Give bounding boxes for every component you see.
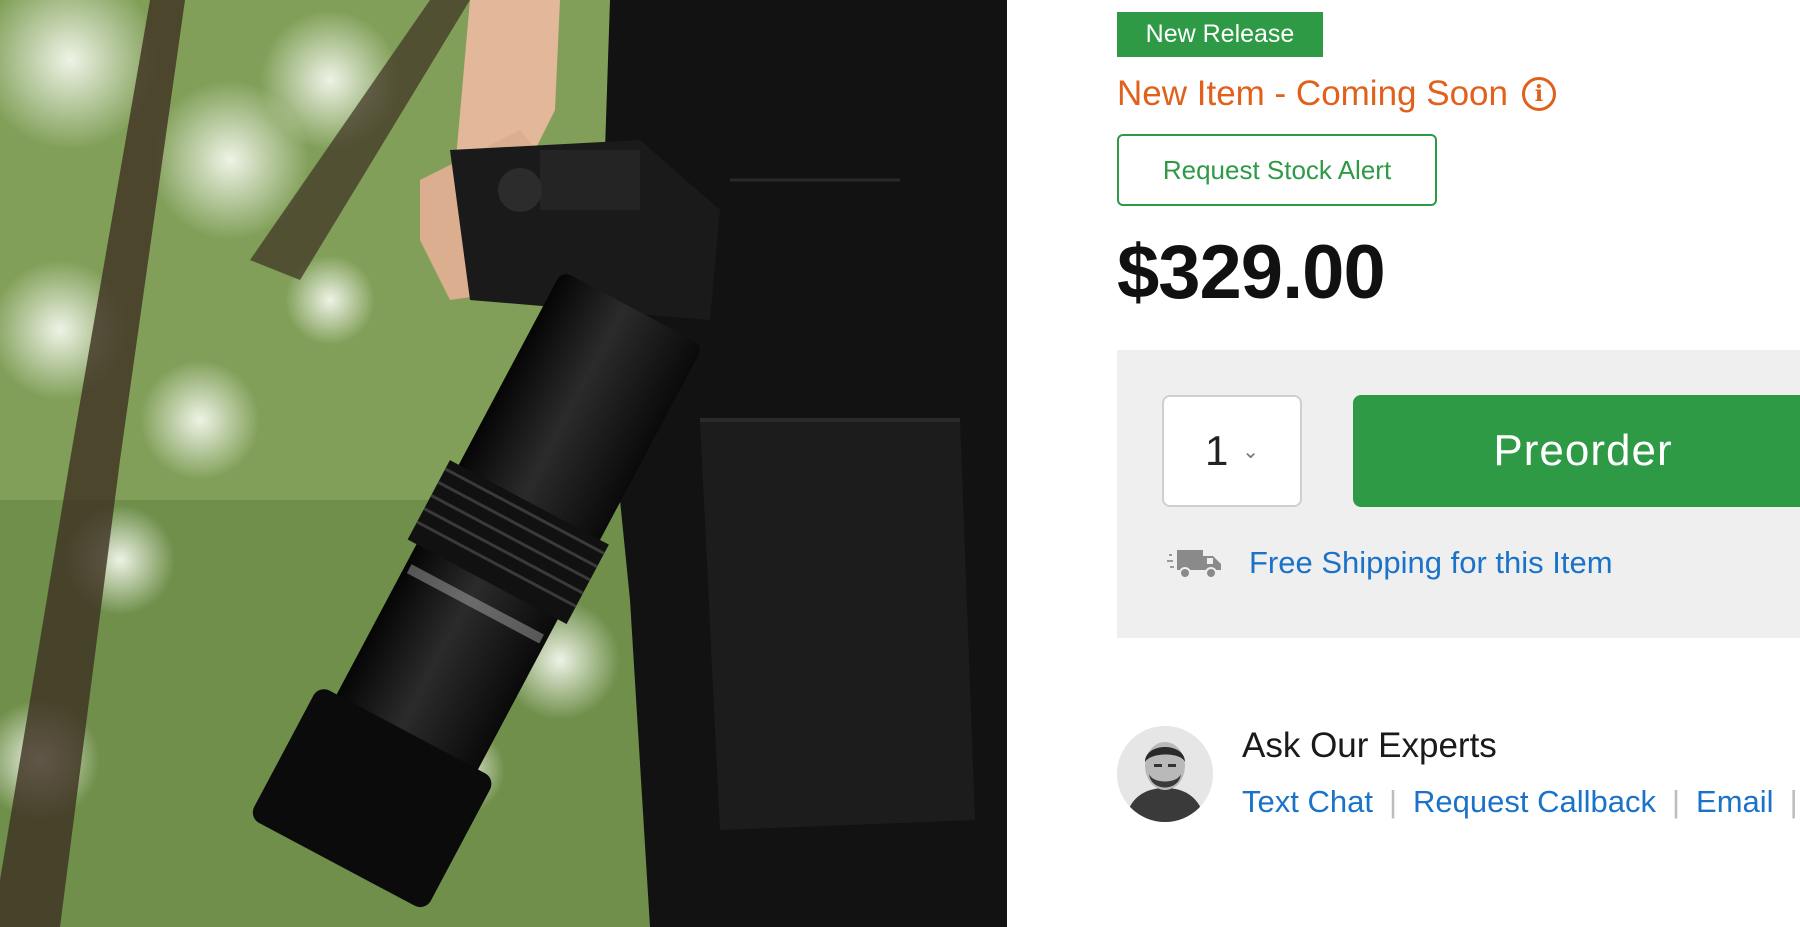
chevron-down-icon: ⌄ [1242,440,1260,463]
product-info-panel: New Release New Item - Coming Soon i Req… [1007,0,1800,927]
text-chat-link[interactable]: Text Chat [1242,780,1373,824]
buy-box: 1 ⌄ Preorder Free Shipping for this Item [1117,350,1800,638]
quantity-select[interactable]: 1 ⌄ [1162,395,1302,507]
request-callback-link[interactable]: Request Callback [1413,780,1656,824]
expert-contact-links: Text Chat | Request Callback | Email | [1242,780,1798,824]
request-stock-alert-button[interactable]: Request Stock Alert [1117,134,1437,206]
quantity-value: 1 [1204,427,1229,474]
truck-icon [1167,550,1221,579]
link-separator: | [1388,784,1398,819]
ask-experts-title: Ask Our Experts [1242,726,1497,765]
ask-experts-section: Ask Our Experts Text Chat | Request Call… [1117,720,1800,830]
preorder-button[interactable]: Preorder [1353,395,1800,507]
availability-status-text: New Item - Coming Soon [1117,74,1508,113]
product-photo [0,0,1007,927]
link-separator: | [1789,784,1798,819]
info-icon[interactable]: i [1521,77,1556,111]
product-price: $329.00 [1117,230,1386,315]
free-shipping-row: Free Shipping for this Item [1167,545,1613,581]
email-link[interactable]: Email [1696,780,1774,824]
free-shipping-link[interactable]: Free Shipping for this Item [1249,545,1613,581]
expert-portrait [1117,726,1213,822]
availability-status: New Item - Coming Soon i [1117,72,1556,116]
expert-avatar [1117,726,1213,822]
new-release-badge: New Release [1117,12,1323,57]
product-image [0,0,1007,927]
link-separator: | [1671,784,1681,819]
